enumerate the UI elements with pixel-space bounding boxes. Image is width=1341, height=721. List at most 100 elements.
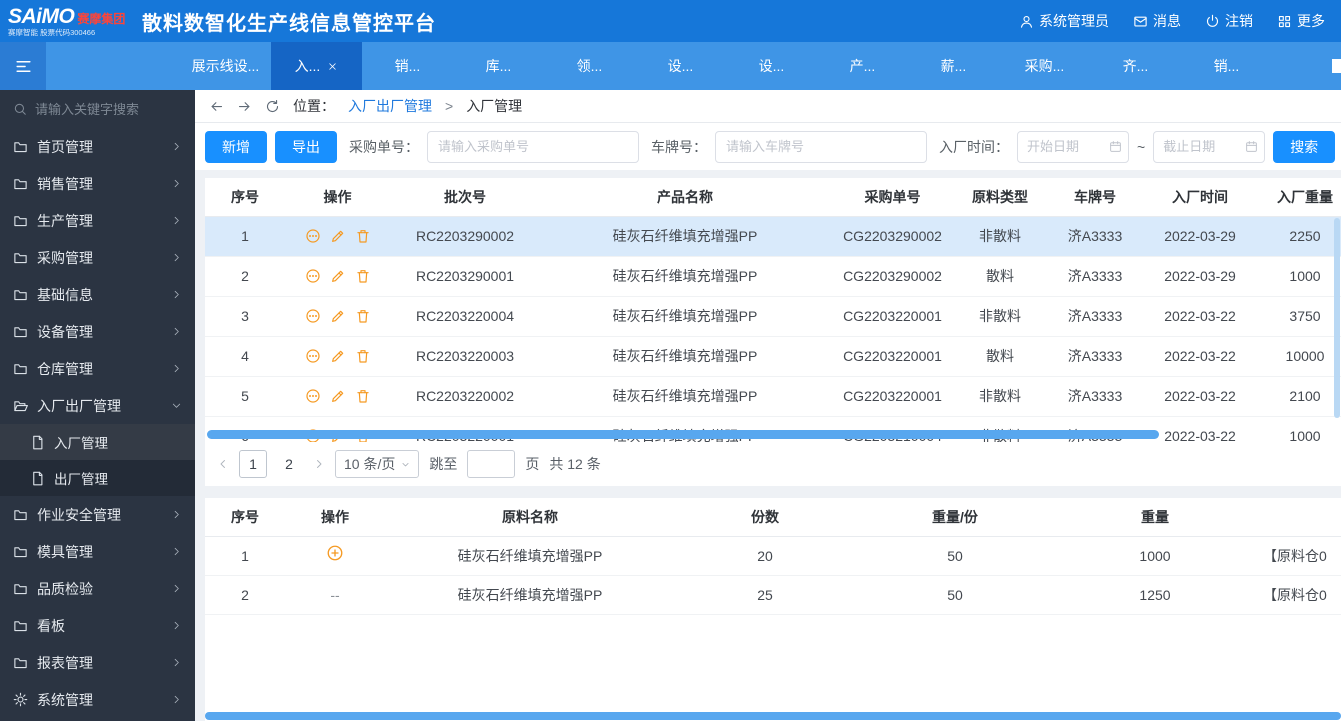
trash-icon[interactable] (355, 268, 371, 284)
edit-icon[interactable] (330, 308, 346, 324)
sidebar-item[interactable]: 报表管理 (0, 644, 195, 681)
table-row[interactable]: 3RC2203220004硅灰石纤维填充增强PPCG2203220001非散料济… (205, 296, 1341, 336)
table-row[interactable]: 1硅灰石纤维填充增强PP20501000【原料仓0 (205, 536, 1341, 575)
tab[interactable]: 产... (817, 42, 908, 90)
tab[interactable]: 库... (453, 42, 544, 90)
sidebar-item[interactable]: 作业安全管理 (0, 496, 195, 533)
sidebar-item-label: 销售管理 (37, 174, 162, 194)
vertical-scrollbar[interactable] (1334, 218, 1340, 418)
table-row[interactable]: 2--硅灰石纤维填充增强PP25501250【原料仓0 (205, 575, 1341, 614)
breadcrumb-parent-link[interactable]: 入厂出厂管理 (348, 96, 432, 116)
sidebar-item[interactable]: 品质检验 (0, 570, 195, 607)
search-button[interactable]: 搜索 (1273, 131, 1335, 163)
table-row[interactable]: 5RC2203220002硅灰石纤维填充增强PPCG2203220001非散料济… (205, 376, 1341, 416)
tab[interactable]: 入... (271, 42, 362, 90)
tab[interactable]: 领... (544, 42, 635, 90)
app-header: SAiMO 赛摩集团 赛摩智能 股票代码300466 散料数智化生产线信息管控平… (0, 0, 1341, 42)
trash-icon[interactable] (355, 308, 371, 324)
bottom-horizontal-scrollbar[interactable] (205, 712, 1341, 720)
sidebar-item[interactable]: 首页管理 (0, 128, 195, 165)
pagination: 12 10 条/页 跳至 页 共 12 条 (205, 442, 1341, 486)
back-icon[interactable] (209, 99, 224, 114)
chevron-right-icon (171, 509, 182, 520)
sidebar-item[interactable]: 销售管理 (0, 165, 195, 202)
sidebar-item[interactable]: 生产管理 (0, 202, 195, 239)
sidebar-item[interactable]: 采购管理 (0, 239, 195, 276)
tab[interactable]: 采购... (999, 42, 1090, 90)
sidebar-subitem[interactable]: 入厂管理 (0, 424, 195, 460)
table-row[interactable]: 4RC2203220003硅灰石纤维填充增强PPCG2203220001散料济A… (205, 336, 1341, 376)
page-size-select[interactable]: 10 条/页 (335, 450, 419, 478)
plus-icon[interactable] (326, 544, 344, 562)
comment-icon[interactable] (305, 268, 321, 284)
tab[interactable]: 齐... (1090, 42, 1181, 90)
sidebar-item[interactable]: 设备管理 (0, 313, 195, 350)
sidebar-item[interactable]: 入厂出厂管理 (0, 387, 195, 424)
sidebar-item[interactable]: 系统管理 (0, 681, 195, 718)
cell-weight: 2250 (1255, 216, 1341, 256)
table-row[interactable]: 1RC2203290002硅灰石纤维填充增强PPCG2203290002非散料济… (205, 216, 1341, 256)
cell-time: 2022-03-22 (1145, 416, 1255, 442)
sidebar-toggle-button[interactable] (0, 42, 46, 90)
po-label: 采购单号： (349, 137, 419, 157)
comment-icon[interactable] (305, 228, 321, 244)
tab[interactable]: 设... (635, 42, 726, 90)
close-icon[interactable] (327, 61, 338, 72)
tab[interactable]: 薪... (908, 42, 999, 90)
user-menu[interactable]: 系统管理员 (1019, 11, 1109, 31)
trash-icon[interactable] (355, 388, 371, 404)
cell-time: 2022-03-29 (1145, 216, 1255, 256)
chevron-right-icon (171, 620, 182, 631)
forward-icon[interactable] (237, 99, 252, 114)
edit-icon[interactable] (330, 348, 346, 364)
more-button[interactable]: 更多 (1277, 11, 1325, 31)
export-button[interactable]: 导出 (275, 131, 337, 163)
plate-input[interactable] (715, 131, 927, 163)
tab[interactable]: 设... (726, 42, 817, 90)
prev-page-icon[interactable] (217, 458, 229, 470)
comment-icon[interactable] (305, 388, 321, 404)
tab-label: 齐... (1123, 56, 1149, 76)
sidebar-search-input[interactable] (35, 102, 182, 117)
tab[interactable]: 销... (362, 42, 453, 90)
messages-button[interactable]: 消息 (1133, 11, 1181, 31)
cell-weight: 1000 (1255, 416, 1341, 442)
jump-page-input[interactable] (467, 450, 515, 478)
tab[interactable]: 展示线设... (180, 42, 271, 90)
start-date-input[interactable] (1027, 139, 1109, 154)
sidebar-item[interactable]: 仓库管理 (0, 350, 195, 387)
page-number[interactable]: 2 (275, 450, 303, 478)
messages-label: 消息 (1153, 11, 1181, 31)
sidebar-subitem[interactable]: 出厂管理 (0, 460, 195, 496)
add-button[interactable]: 新增 (205, 131, 267, 163)
tab-label: 设... (759, 56, 785, 76)
cell-po: CG2203290002 (830, 256, 955, 296)
cell-warehouse: 【原料仓0 (1255, 536, 1341, 575)
start-date-picker[interactable] (1017, 131, 1129, 163)
end-date-input[interactable] (1163, 139, 1245, 154)
refresh-icon[interactable] (265, 99, 280, 114)
end-date-picker[interactable] (1153, 131, 1265, 163)
trash-icon[interactable] (355, 228, 371, 244)
logout-button[interactable]: 注销 (1205, 11, 1253, 31)
edit-icon[interactable] (330, 228, 346, 244)
comment-icon[interactable] (305, 308, 321, 324)
table-horizontal-scrollbar[interactable] (207, 430, 1159, 439)
po-input[interactable] (427, 131, 639, 163)
tab[interactable]: 销... (1181, 42, 1272, 90)
sidebar-item[interactable]: 模具管理 (0, 533, 195, 570)
sidebar-item[interactable]: 看板 (0, 607, 195, 644)
edit-icon[interactable] (330, 388, 346, 404)
comment-icon[interactable] (305, 348, 321, 364)
tab-overflow-indicator[interactable] (1332, 59, 1341, 73)
tab-label: 产... (850, 56, 876, 76)
edit-icon[interactable] (330, 268, 346, 284)
trash-icon[interactable] (355, 348, 371, 364)
breadcrumb-prefix: 位置： (293, 96, 335, 116)
sidebar-item[interactable]: 基础信息 (0, 276, 195, 313)
next-page-icon[interactable] (313, 458, 325, 470)
cell-copies: 25 (675, 575, 855, 614)
folder-icon (13, 176, 28, 191)
table-row[interactable]: 2RC2203290001硅灰石纤维填充增强PPCG2203290002散料济A… (205, 256, 1341, 296)
page-number[interactable]: 1 (239, 450, 267, 478)
